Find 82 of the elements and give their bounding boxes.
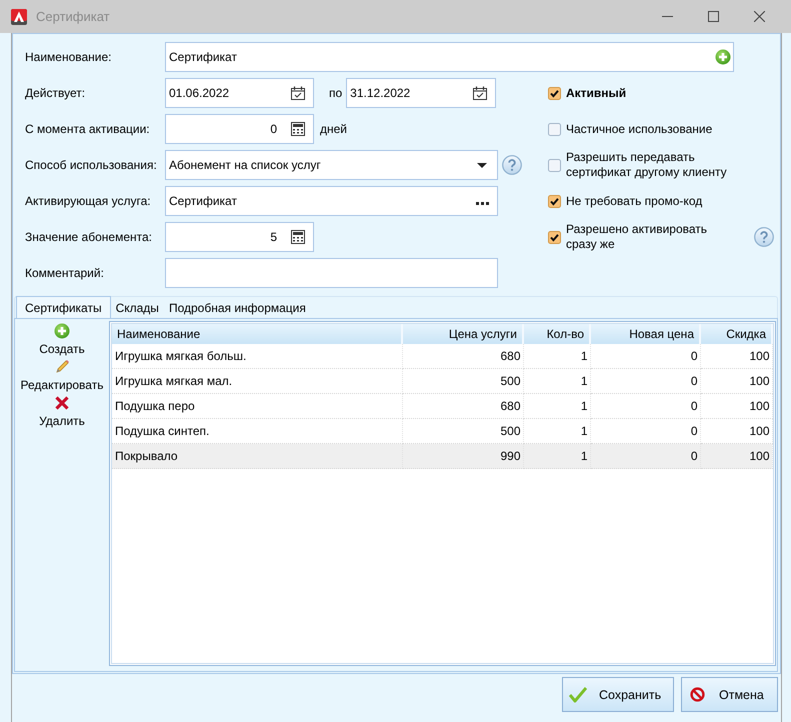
checkbox[interactable]	[548, 158, 561, 172]
table-cell: 680	[402, 394, 523, 418]
table-cell: 0	[590, 444, 700, 468]
close-icon[interactable]	[754, 11, 764, 22]
range-label: по	[329, 86, 342, 100]
table-cell: Подушка перо	[112, 394, 402, 418]
date-field[interactable]: 31.12.2022	[346, 78, 496, 108]
ellipsis-icon[interactable]	[476, 202, 489, 204]
check-icon	[569, 686, 587, 704]
table-cell: 1	[523, 394, 590, 418]
table-cell: 990	[402, 444, 523, 468]
checkbox[interactable]	[548, 86, 561, 100]
table-cell: 0	[590, 344, 700, 368]
checkbox-label[interactable]: Разрешено активировать сразу же	[566, 222, 738, 252]
field-label: Активирующая услуга:	[25, 194, 152, 208]
checkbox-label[interactable]: Частичное использование	[566, 122, 712, 136]
delete-button[interactable]: Удалить	[39, 395, 85, 428]
table-cell: 1	[523, 344, 590, 368]
help-icon[interactable]	[754, 227, 774, 247]
cancel-button[interactable]: Отмена	[681, 677, 778, 712]
table-cell: 0	[590, 368, 700, 394]
calculator-icon[interactable]	[291, 230, 305, 244]
table-cell: Игрушка мягкая больш.	[112, 344, 402, 368]
app-logo-icon	[11, 8, 27, 24]
cross-icon	[54, 395, 70, 411]
checkbox-label[interactable]: Разрешить передавать сертификат другому клиенту	[566, 150, 738, 180]
input-field[interactable]: Сертификат	[165, 42, 734, 72]
checkbox[interactable]	[548, 194, 561, 208]
column-header[interactable]: Скидка	[700, 324, 772, 344]
maximize-icon[interactable]	[708, 11, 718, 22]
pencil-icon	[54, 359, 70, 375]
unit-label: дней	[320, 122, 348, 136]
caret-icon[interactable]	[477, 162, 487, 168]
table-cell: 100	[700, 368, 772, 394]
comment-field[interactable]	[165, 258, 498, 288]
calendar-icon[interactable]	[473, 86, 488, 100]
column-header[interactable]: Новая цена	[590, 324, 700, 344]
tab[interactable]: Сертификаты	[16, 296, 111, 318]
date-field[interactable]: 01.06.2022	[165, 78, 314, 108]
number-field[interactable]: 0	[165, 114, 314, 144]
table-cell: 500	[402, 368, 523, 394]
table-row[interactable]: Игрушка мягкая больш. 680 1 0 100	[112, 344, 772, 368]
table-cell: 100	[700, 344, 772, 368]
column-header[interactable]: Наименование	[112, 324, 402, 344]
table-cell: Игрушка мягкая мал.	[112, 368, 402, 394]
checkbox-label[interactable]: Не требовать промо-код	[566, 194, 702, 208]
table-row[interactable]: Игрушка мягкая мал. 500 1 0 100	[112, 368, 772, 394]
field-label: Комментарий:	[25, 266, 105, 280]
field-label: Способ использования:	[25, 158, 158, 172]
table-row[interactable]: Покрывало 990 1 0 100	[112, 444, 772, 468]
field-label: Значение абонемента:	[25, 230, 153, 244]
window-title: Сертификат	[36, 9, 110, 24]
column-header[interactable]: Кол-во	[523, 324, 590, 344]
checkbox-label[interactable]: Активный	[566, 86, 626, 100]
plus-icon[interactable]	[715, 49, 731, 65]
create-button[interactable]: Создать	[39, 323, 85, 356]
field-label: Наименование:	[25, 50, 113, 64]
column-header[interactable]: Цена услуги	[402, 324, 523, 344]
calendar-icon[interactable]	[291, 86, 305, 100]
field-label: С момента активации:	[25, 122, 151, 136]
save-button[interactable]: Сохранить	[562, 677, 674, 712]
plus-icon[interactable]	[54, 323, 70, 339]
number-field[interactable]: 5	[165, 222, 314, 252]
table-cell: 1	[523, 444, 590, 468]
checkbox[interactable]	[548, 230, 561, 244]
help-icon[interactable]	[502, 155, 522, 175]
dropdown[interactable]: Абонемент на список услуг	[165, 150, 498, 180]
checkbox[interactable]	[548, 122, 561, 136]
table-cell: 680	[402, 344, 523, 368]
tab[interactable]: Подробная информация	[164, 297, 311, 318]
table-cell: 1	[523, 368, 590, 394]
edit-button[interactable]: Редактировать	[20, 359, 104, 392]
calculator-icon[interactable]	[291, 122, 305, 136]
lookup-field[interactable]: Сертификат	[165, 186, 498, 216]
table-cell: 0	[590, 394, 700, 418]
table-cell: 100	[700, 394, 772, 418]
prohibited-icon	[690, 687, 705, 702]
table-cell: 100	[700, 444, 772, 468]
table-row[interactable]: Подушка перо 680 1 0 100	[112, 394, 772, 418]
field-label: Действует:	[25, 86, 86, 100]
tab[interactable]: Склады	[110, 297, 164, 318]
table-cell: Покрывало	[112, 444, 402, 468]
